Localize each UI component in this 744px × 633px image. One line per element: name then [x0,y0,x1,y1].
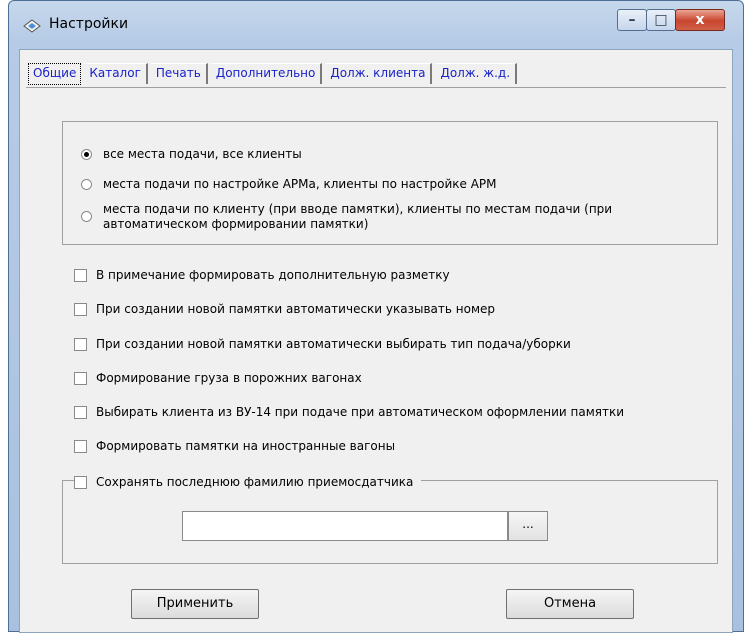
maximize-icon: □ [654,12,668,28]
tab-divider [26,87,726,88]
maximize-button[interactable]: □ [646,9,676,31]
dialog-body: Общие Каталог Печать Дополнительно Долж.… [19,49,733,633]
checkbox[interactable] [74,405,87,419]
radio-label: места подачи по клиенту (при вводе памят… [103,202,613,231]
checkbox[interactable] [74,268,87,282]
checkbox-foreign-wagons[interactable]: Формировать памятки на иностранные вагон… [74,439,395,453]
tab-strip: Общие Каталог Печать Дополнительно Долж.… [28,63,520,85]
tab-general[interactable]: Общие [28,63,82,85]
checkbox-label: Выбирать клиента из ВУ-14 при подаче при… [96,405,624,419]
checkbox-label: Формировать памятки на иностранные вагон… [96,439,396,453]
radio-by-client[interactable]: места подачи по клиенту (при вводе памят… [81,202,701,232]
checkbox[interactable] [74,439,87,453]
title-bar[interactable]: Настройки – □ x [9,1,743,49]
tab-railway-positions[interactable]: Долж. ж.д. [435,63,518,84]
checkbox-extra-markup[interactable]: В примечание формировать дополнительную … [74,268,450,282]
checkbox-label: Сохранять последнюю фамилию приемосдатчи… [96,475,414,489]
settings-window: Настройки – □ x Общие Каталог Печать Доп… [8,0,744,633]
tab-catalog[interactable]: Каталог [84,63,148,84]
cancel-button[interactable]: Отмена [506,589,634,619]
checkbox-label: В примечание формировать дополнительную … [96,268,450,282]
checkbox-label: Формирование груза в порожних вагонах [96,371,362,385]
minimize-button[interactable]: – [617,9,647,31]
checkbox-empty-wagons[interactable]: Формирование груза в порожних вагонах [74,371,362,385]
surname-input[interactable] [182,511,508,541]
scope-radio-group: все места подачи, все клиенты места пода… [62,121,718,245]
radio-label: места подачи по настройке АРМа, клиенты … [103,177,497,191]
radio-button[interactable] [81,211,92,222]
radio-label: все места подачи, все клиенты [103,147,302,161]
browse-button[interactable]: ... [508,511,548,541]
radio-button-selected[interactable] [81,149,92,160]
app-icon [23,19,41,33]
tab-print[interactable]: Печать [150,63,208,84]
checkbox-label: При создании новой памятки автоматически… [96,337,571,351]
radio-button[interactable] [81,179,92,190]
radio-arm-settings[interactable]: места подачи по настройке АРМа, клиенты … [81,177,497,192]
checkbox[interactable] [74,337,87,351]
tab-client-positions[interactable]: Долж. клиента [325,63,433,84]
checkbox-auto-type[interactable]: При создании новой памятки автоматически… [74,337,571,351]
minimize-icon: – [628,12,636,28]
checkbox[interactable] [74,302,87,316]
tab-additional[interactable]: Дополнительно [210,63,323,84]
close-button[interactable]: x [675,9,725,31]
radio-all-places[interactable]: все места подачи, все клиенты [81,147,302,162]
close-icon: x [695,12,705,28]
checkbox[interactable] [74,371,87,385]
checkbox[interactable] [74,475,87,489]
window-title: Настройки [49,16,129,32]
checkbox-auto-number[interactable]: При создании новой памятки автоматически… [74,302,495,316]
apply-button[interactable]: Применить [131,589,259,619]
checkbox-save-surname[interactable]: Сохранять последнюю фамилию приемосдатчи… [74,475,422,489]
checkbox-label: При создании новой памятки автоматически… [96,302,496,316]
checkbox-client-vu14[interactable]: Выбирать клиента из ВУ-14 при подаче при… [74,405,624,419]
